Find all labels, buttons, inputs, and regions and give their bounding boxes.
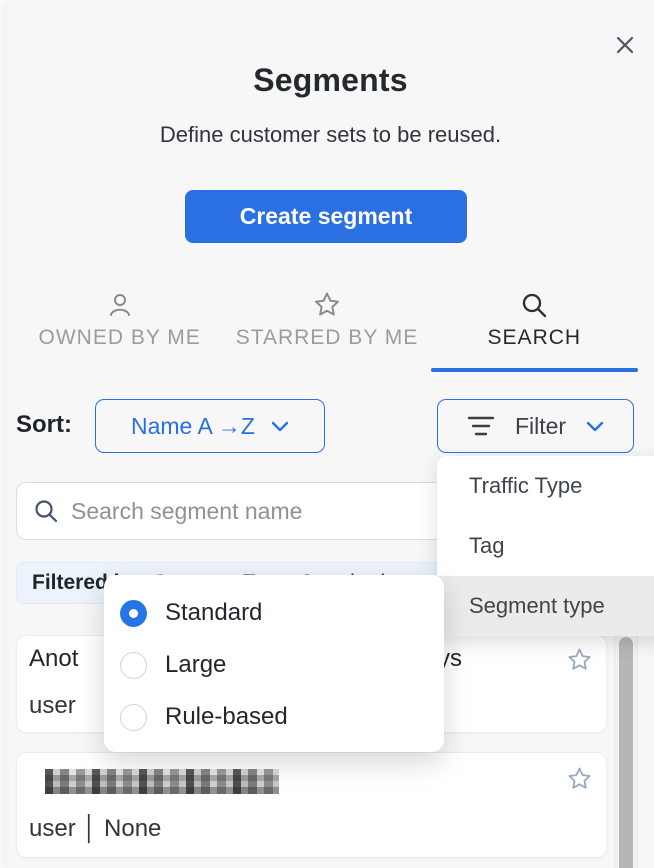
menu-item-segment-type[interactable]: Segment type [437,576,654,636]
create-segment-button[interactable]: Create segment [185,190,467,243]
radio-label: Large [165,651,226,679]
segments-side-panel: Segments Define customer sets to be reus… [7,0,654,868]
active-tab-underline [431,368,638,372]
sort-dropdown[interactable]: Name A →Z [95,399,325,453]
chevron-down-icon [586,421,604,432]
chevron-down-icon [271,421,289,432]
segments-panel-screen: Segments Define customer sets to be reus… [0,0,654,868]
segment-list-item[interactable]: user │ None [16,752,607,858]
page-subtitle: Define customer sets to be reused. [7,122,654,148]
menu-item-traffic-type[interactable]: Traffic Type [437,456,654,516]
redacted-segment-name [45,769,279,794]
menu-item-tag[interactable]: Tag [437,516,654,576]
tab-label: OWNED BY ME [39,326,201,350]
radio-option-rule-based[interactable]: Rule-based [120,697,428,737]
star-toggle-icon[interactable] [566,766,593,793]
tab-search[interactable]: SEARCH [431,288,638,372]
sort-dropdown-value: Name A →Z [131,413,255,440]
close-icon [616,36,634,54]
radio-selected-icon [120,600,147,627]
tab-starred-by-me[interactable]: STARRED BY ME [223,288,430,372]
segment-type-popup: Standard Large Rule-based [104,575,444,752]
sort-label: Sort: [16,411,72,439]
radio-unselected-icon [120,704,147,731]
filter-dropdown-menu: Traffic Type Tag Segment type [437,456,654,636]
segment-meta: user [29,692,76,720]
tab-label: SEARCH [488,326,582,350]
segment-meta: user │ None [29,815,161,843]
radio-option-standard[interactable]: Standard [120,593,428,633]
filter-button-label: Filter [515,413,566,440]
star-toggle-icon[interactable] [566,647,593,674]
radio-unselected-icon [120,652,147,679]
radio-label: Rule-based [165,703,288,731]
close-button[interactable] [612,32,638,58]
person-icon [106,288,134,322]
search-icon [520,288,548,322]
tab-label: STARRED BY ME [236,326,419,350]
scrollbar-thumb[interactable] [619,637,633,868]
filter-lines-icon [467,415,495,437]
tab-owned-by-me[interactable]: OWNED BY ME [16,288,223,372]
segment-name-fragment: Anot [29,645,78,673]
radio-option-large[interactable]: Large [120,645,428,685]
tab-bar: OWNED BY ME STARRED BY ME SEARCH [16,288,638,372]
star-icon [312,288,342,322]
page-title: Segments [7,62,654,99]
search-icon [33,498,59,524]
filter-dropdown-button[interactable]: Filter [437,399,634,453]
radio-label: Standard [165,599,262,627]
